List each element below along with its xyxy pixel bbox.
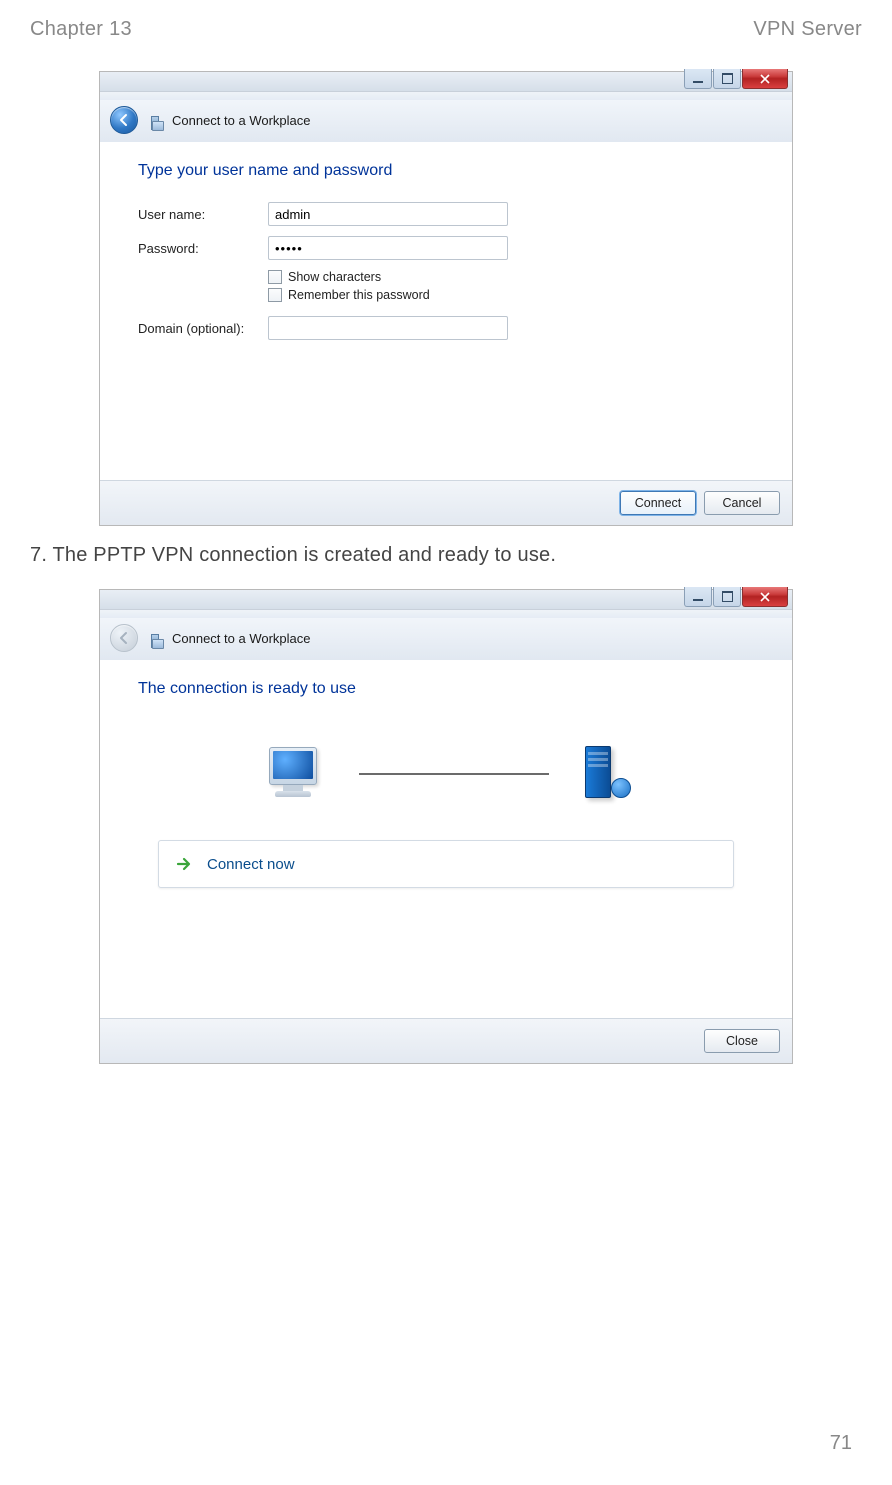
connect-now-option[interactable]: Connect now — [158, 840, 734, 888]
close-button[interactable] — [742, 69, 788, 89]
wizard-title: Connect to a Workplace — [172, 631, 311, 646]
wizard-window-ready: Connect to a Workplace The connection is… — [99, 589, 793, 1064]
titlebar — [100, 590, 792, 610]
username-label: User name: — [138, 207, 268, 222]
wizard-footer: Connect Cancel — [100, 480, 792, 525]
step-caption: 7. The PPTP VPN connection is created an… — [30, 544, 862, 567]
computer-icon — [263, 743, 329, 805]
back-button — [110, 624, 138, 652]
wizard-window-credentials: Connect to a Workplace Type your user na… — [99, 71, 793, 526]
maximize-button[interactable] — [713, 587, 741, 607]
workplace-icon — [146, 110, 164, 130]
doc-header: Chapter 13 VPN Server — [30, 18, 862, 41]
back-button[interactable] — [110, 106, 138, 134]
cancel-button[interactable]: Cancel — [704, 491, 780, 515]
workplace-icon — [146, 628, 164, 648]
connect-button[interactable]: Connect — [620, 491, 696, 515]
show-characters-label: Show characters — [288, 270, 381, 284]
show-characters-checkbox[interactable] — [268, 270, 282, 284]
close-button-footer[interactable]: Close — [704, 1029, 780, 1053]
wizard-heading: The connection is ready to use — [138, 660, 754, 720]
minimize-button[interactable] — [684, 587, 712, 607]
password-input[interactable] — [268, 236, 508, 260]
connect-now-label: Connect now — [207, 856, 295, 873]
minimize-button[interactable] — [684, 69, 712, 89]
wizard-footer: Close — [100, 1018, 792, 1063]
connection-illustration — [138, 720, 754, 840]
domain-label: Domain (optional): — [138, 321, 268, 336]
maximize-button[interactable] — [713, 69, 741, 89]
username-input[interactable] — [268, 202, 508, 226]
wizard-heading: Type your user name and password — [138, 142, 754, 202]
remember-password-label: Remember this password — [288, 288, 430, 302]
arrow-right-icon — [175, 855, 193, 873]
doc-title: VPN Server — [753, 18, 862, 41]
titlebar — [100, 72, 792, 92]
domain-input[interactable] — [268, 316, 508, 340]
page-number: 71 — [830, 1432, 852, 1455]
connection-line-icon — [359, 773, 549, 775]
server-icon — [579, 742, 629, 806]
remember-password-checkbox[interactable] — [268, 288, 282, 302]
wizard-nav: Connect to a Workplace — [100, 618, 792, 660]
password-label: Password: — [138, 241, 268, 256]
close-button[interactable] — [742, 587, 788, 607]
wizard-nav: Connect to a Workplace — [100, 100, 792, 142]
wizard-title: Connect to a Workplace — [172, 113, 311, 128]
chapter-label: Chapter 13 — [30, 18, 132, 41]
